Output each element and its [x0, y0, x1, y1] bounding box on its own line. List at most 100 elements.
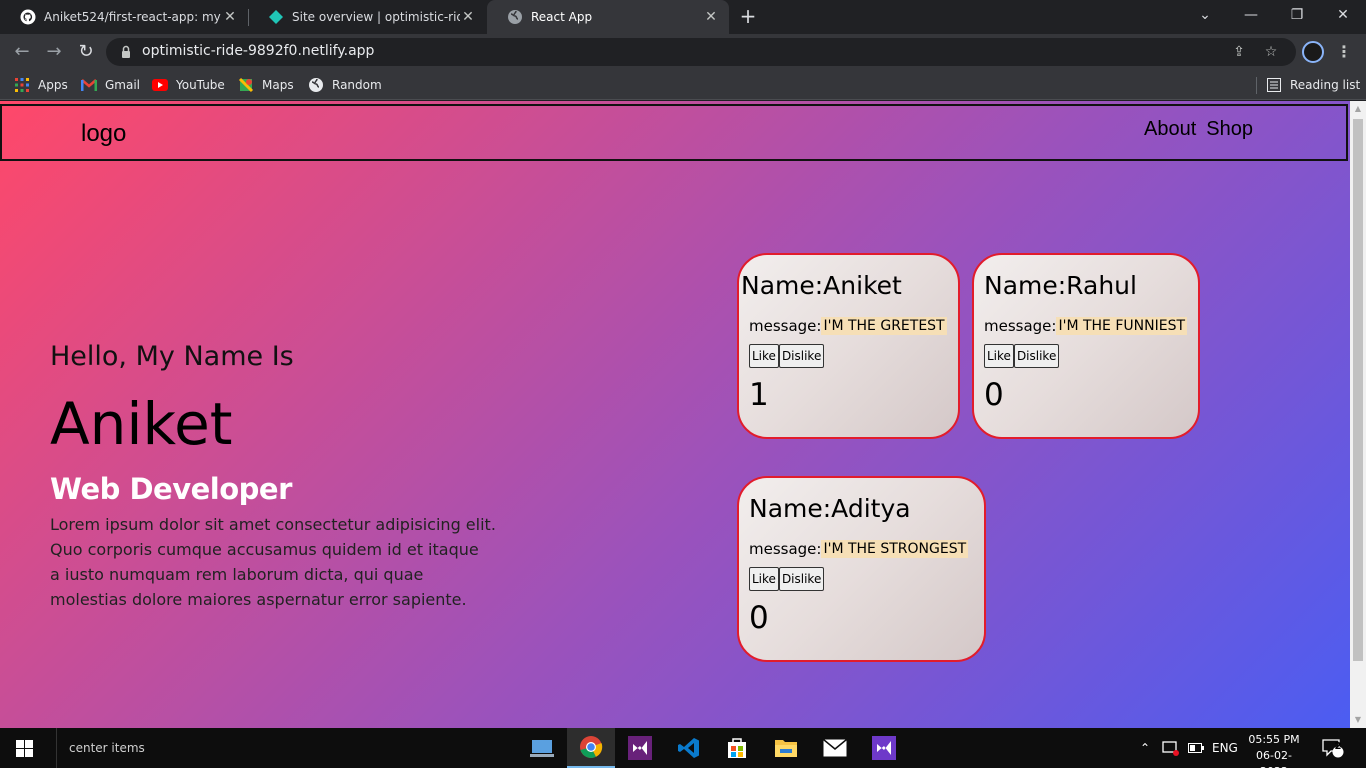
show-hidden-icons-icon[interactable]: ⌃: [1140, 728, 1150, 768]
url-text: optimistic-ride-9892f0.netlify.app: [142, 43, 375, 59]
windows-start-icon[interactable]: [0, 728, 48, 768]
globe-icon: [308, 77, 324, 93]
close-window-icon[interactable]: ✕: [1320, 0, 1366, 30]
reading-list-label: Reading list: [1290, 78, 1361, 92]
language-indicator[interactable]: ENG: [1212, 728, 1238, 768]
address-bar[interactable]: optimistic-ride-9892f0.netlify.app ⇪ ☆: [106, 38, 1296, 66]
reading-list-icon: [1266, 77, 1282, 93]
bookmark-label: Gmail: [105, 78, 141, 92]
browser-toolbar: ← → ↻ optimistic-ride-9892f0.netlify.app…: [0, 34, 1366, 70]
card-name: Name:Aditya: [749, 494, 911, 523]
page-viewport: logo About Shop Hello, My Name Is Aniket…: [0, 101, 1350, 728]
card-message-label: message:: [749, 317, 822, 335]
bookmark-youtube[interactable]: YouTube: [152, 76, 225, 94]
like-count: 0: [749, 600, 769, 636]
close-icon[interactable]: ✕: [222, 9, 238, 25]
nav-link-shop[interactable]: Shop: [1206, 118, 1253, 141]
dislike-button[interactable]: Dislike: [778, 567, 825, 591]
bookmarks-bar: Apps Gmail YouTube Maps Random Reading l…: [0, 70, 1366, 100]
battery-icon[interactable]: [1188, 728, 1204, 768]
bookmark-label: Random: [332, 78, 382, 92]
dislike-button[interactable]: Dislike: [1013, 344, 1060, 368]
kebab-menu-icon[interactable]: ⋮: [1336, 42, 1352, 62]
hero-description: Lorem ipsum dolor sit amet consectetur a…: [50, 512, 500, 612]
gmail-icon: [81, 77, 97, 93]
card-message-text: I'M THE GRETEST: [821, 317, 947, 335]
like-button[interactable]: Like: [749, 344, 779, 368]
card-name: Name:Rahul: [984, 271, 1137, 300]
tab-react-app[interactable]: React App ✕: [487, 0, 729, 34]
notifications-icon[interactable]: 2: [1322, 728, 1344, 768]
new-tab-button[interactable]: +: [737, 5, 759, 27]
taskbar-search[interactable]: center items: [56, 728, 145, 768]
bookmark-apps[interactable]: Apps: [14, 76, 68, 94]
restore-icon[interactable]: ❐: [1274, 0, 1320, 30]
scrollbar-thumb[interactable]: [1353, 119, 1363, 661]
chrome-icon[interactable]: [567, 728, 615, 768]
bookmark-maps[interactable]: Maps: [238, 76, 294, 94]
profile-avatar[interactable]: [1302, 41, 1324, 63]
hero-description-line: Lorem ipsum dolor sit amet consectetur a…: [50, 515, 496, 534]
mail-icon[interactable]: [811, 728, 859, 768]
card-message-text: I'M THE FUNNIEST: [1056, 317, 1188, 335]
reading-list-button[interactable]: Reading list: [1266, 76, 1360, 94]
bookmark-star-icon[interactable]: ☆: [1262, 43, 1280, 61]
hero-section: Hello, My Name Is Aniket Web Developer L…: [50, 341, 510, 612]
visual-studio-preview-icon[interactable]: [860, 728, 908, 768]
desktop-icon[interactable]: [518, 728, 566, 768]
hero-description-line: Quo corporis cumque accusamus quidem id …: [50, 540, 479, 559]
bookmark-gmail[interactable]: Gmail: [81, 76, 140, 94]
tab-title: React App: [531, 10, 593, 24]
card-message-label: message:: [984, 317, 1057, 335]
tab-title: Aniket524/first-react-app: my firs: [44, 10, 222, 24]
close-icon[interactable]: ✕: [460, 9, 476, 25]
system-clock[interactable]: 05:55 PM 06-02-2022: [1244, 732, 1304, 768]
nav-link-about[interactable]: About: [1144, 118, 1196, 141]
tab-github[interactable]: Aniket524/first-react-app: my firs ✕: [0, 0, 248, 34]
tab-title: Site overview | optimistic-ride-98: [292, 10, 460, 24]
card-message-label: message:: [749, 540, 822, 558]
card-name: Name:Aniket: [741, 271, 902, 300]
youtube-icon: [152, 77, 168, 93]
minimize-icon[interactable]: —: [1228, 0, 1274, 30]
site-logo[interactable]: logo: [81, 120, 126, 148]
vscode-icon[interactable]: [665, 728, 713, 768]
like-button[interactable]: Like: [984, 344, 1014, 368]
github-icon: [20, 9, 36, 25]
tab-search-chevron-icon[interactable]: ⌄: [1182, 0, 1228, 30]
profile-card: Name:Aniket message: I'M THE GRETEST Like…: [737, 253, 960, 439]
bookmark-label: YouTube: [176, 78, 225, 92]
card-buttons: Like Dislike: [749, 567, 825, 591]
share-icon[interactable]: ⇪: [1230, 43, 1248, 61]
card-message: message: I'M THE STRONGEST: [749, 540, 969, 558]
reload-icon[interactable]: ↻: [74, 40, 98, 64]
back-icon[interactable]: ←: [10, 40, 34, 64]
clock-time: 05:55 PM: [1248, 733, 1300, 746]
apps-grid-icon: [14, 77, 30, 93]
windows-taskbar: center items ⌃ ENG 05:55 PM 06-02-2022 2: [0, 728, 1366, 768]
visual-studio-icon[interactable]: [616, 728, 664, 768]
dislike-button[interactable]: Dislike: [778, 344, 825, 368]
card-buttons: Like Dislike: [749, 344, 825, 368]
site-navbar: logo About Shop: [0, 104, 1348, 161]
like-button[interactable]: Like: [749, 567, 779, 591]
tab-netlify[interactable]: Site overview | optimistic-ride-98 ✕: [248, 0, 486, 34]
file-explorer-icon[interactable]: [762, 728, 810, 768]
forward-icon[interactable]: →: [42, 40, 66, 64]
bookmark-separator: [1256, 77, 1257, 94]
like-count: 0: [984, 377, 1004, 413]
scroll-down-icon[interactable]: ▼: [1350, 712, 1366, 728]
hero-greeting: Hello, My Name Is: [50, 341, 294, 372]
maps-icon: [238, 77, 254, 93]
hero-name: Aniket: [50, 390, 233, 458]
bookmark-random[interactable]: Random: [308, 76, 382, 94]
lock-icon: [118, 44, 134, 60]
hero-role: Web Developer: [50, 472, 292, 506]
close-icon[interactable]: ✕: [703, 9, 719, 25]
netlify-icon: [268, 9, 284, 25]
page-scrollbar[interactable]: ▲ ▼: [1350, 101, 1366, 728]
bookmark-label: Apps: [38, 78, 68, 92]
store-icon[interactable]: [713, 728, 761, 768]
network-icon[interactable]: [1162, 728, 1180, 768]
scroll-up-icon[interactable]: ▲: [1350, 101, 1366, 117]
